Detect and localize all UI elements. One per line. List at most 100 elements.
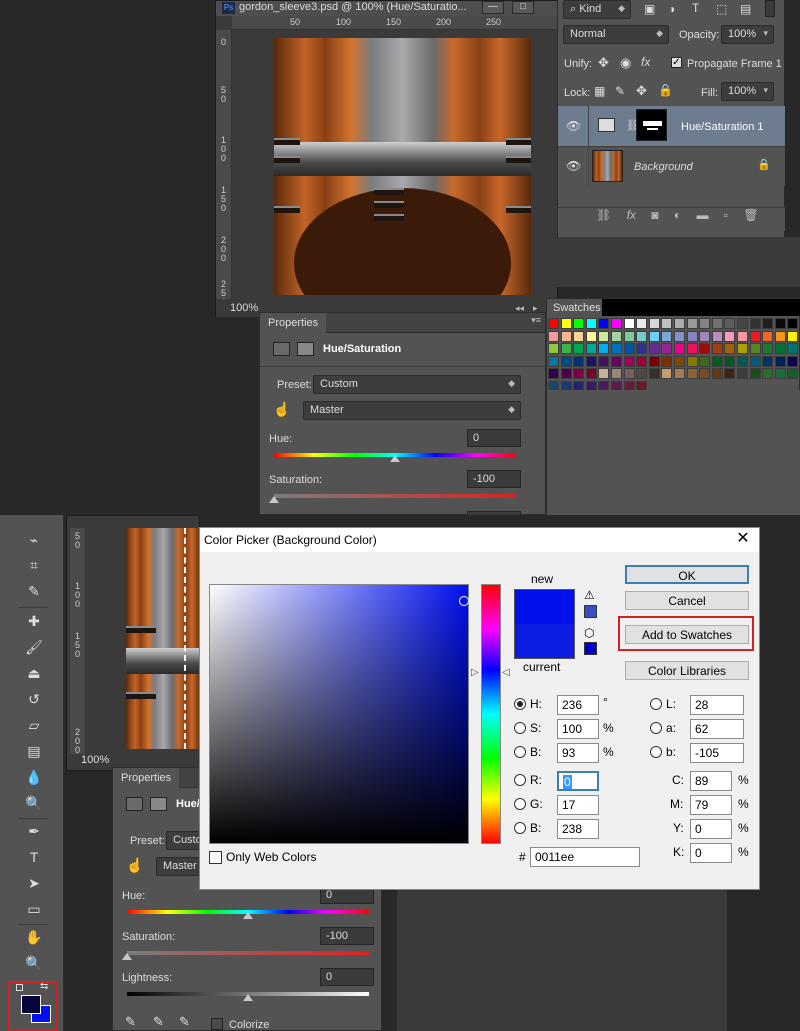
hex-field[interactable]: 0011ee xyxy=(530,847,640,867)
swatch-cell[interactable] xyxy=(774,318,786,329)
filter-toggle[interactable] xyxy=(765,0,775,17)
eye-icon[interactable]: 👁 xyxy=(566,119,581,133)
new-adjustment-icon[interactable]: ◐ xyxy=(674,208,681,222)
green-field[interactable]: 17 xyxy=(557,795,599,815)
swatch-cell[interactable] xyxy=(737,318,748,329)
swatch-cell[interactable] xyxy=(623,368,635,380)
saturation-slider-track[interactable] xyxy=(274,494,516,498)
swatch-cell[interactable] xyxy=(787,330,799,342)
swatch-cell[interactable] xyxy=(737,368,748,380)
pen-tool-icon[interactable]: ✒ xyxy=(24,821,44,841)
gamut-color-swatch[interactable] xyxy=(584,605,597,618)
canvas-artwork[interactable] xyxy=(126,528,201,749)
collapse-icon[interactable]: ◂◂ xyxy=(515,303,524,314)
swatch-cell[interactable] xyxy=(762,368,774,380)
swatch-cell[interactable] xyxy=(623,355,635,367)
new-layer-icon[interactable]: ▫ xyxy=(724,208,728,222)
hand-adjust-icon[interactable]: ☝ xyxy=(273,401,290,418)
swatch-cell[interactable] xyxy=(737,355,748,367)
swatch-cell[interactable] xyxy=(598,368,610,380)
red-radio[interactable] xyxy=(514,774,526,786)
swatch-cell[interactable] xyxy=(674,355,685,367)
hue-slider-right-arrow[interactable]: ◁ xyxy=(502,667,510,678)
link-layers-icon[interactable]: ⛓ xyxy=(596,208,611,222)
lock-pixels-icon[interactable]: ✎ xyxy=(615,84,625,98)
swatch-cell[interactable] xyxy=(661,330,673,342)
swatch-cell[interactable] xyxy=(724,330,736,342)
only-web-colors-checkbox[interactable] xyxy=(209,851,222,864)
current-color-preview[interactable] xyxy=(514,624,575,659)
lock-all-icon[interactable]: 🔒 xyxy=(658,83,673,97)
close-icon[interactable]: ✕ xyxy=(735,531,751,547)
mask-icon[interactable] xyxy=(297,342,314,356)
swatch-cell[interactable] xyxy=(724,355,736,367)
swatch-cell[interactable] xyxy=(585,368,597,380)
swatch-cell[interactable] xyxy=(573,368,585,380)
hue-slider-thumb[interactable] xyxy=(390,455,400,462)
zoom-tool-icon[interactable]: 🔍 xyxy=(24,953,44,973)
layer-row-background[interactable]: 👁 Background 🔒 xyxy=(558,146,785,187)
swatch-cell[interactable] xyxy=(636,318,648,329)
clone-stamp-tool-icon[interactable]: ⏏ xyxy=(24,663,44,683)
preset-dropdown[interactable]: Custom ◆ xyxy=(313,375,521,394)
layer-thumbnail[interactable] xyxy=(592,150,623,182)
default-colors-icon[interactable] xyxy=(16,984,23,991)
lightness-radio[interactable] xyxy=(650,698,662,710)
path-selection-tool-icon[interactable]: ➤ xyxy=(24,873,44,893)
eyedropper-minus-icon[interactable]: ✎ xyxy=(179,1014,190,1030)
lightness-value-field[interactable]: 0 xyxy=(320,968,374,986)
add-mask-icon[interactable]: ◙ xyxy=(651,208,658,222)
tab-properties[interactable]: Properties xyxy=(113,768,180,788)
swatch-cell[interactable] xyxy=(661,355,673,367)
swatch-cell[interactable] xyxy=(686,343,698,355)
swatch-cell[interactable] xyxy=(711,330,723,342)
eye-icon[interactable]: 👁 xyxy=(566,159,581,173)
swatch-cell[interactable] xyxy=(762,330,774,342)
swatch-cell[interactable] xyxy=(636,368,648,380)
history-brush-tool-icon[interactable]: ↺ xyxy=(24,689,44,709)
swatch-cell[interactable] xyxy=(585,343,597,355)
color-field-cursor[interactable] xyxy=(459,596,469,606)
mask-icon[interactable] xyxy=(150,797,167,811)
brightness-radio[interactable] xyxy=(514,746,526,758)
document-tab[interactable]: Ps gordon_sleeve3.psd @ 100% (Hue/Saturat… xyxy=(216,1,559,16)
swatch-cell[interactable] xyxy=(749,368,761,380)
swatch-cell[interactable] xyxy=(611,355,622,367)
foreground-color-swatch[interactable] xyxy=(21,995,41,1014)
gradient-tool-icon[interactable]: ▤ xyxy=(24,741,44,761)
swatch-cell[interactable] xyxy=(573,343,585,355)
hue-field[interactable]: 236 xyxy=(557,695,599,715)
swatch-cell[interactable] xyxy=(611,330,622,342)
swatch-cell[interactable] xyxy=(548,330,559,342)
brush-tool-icon[interactable]: 🖌 xyxy=(24,637,44,657)
swatch-cell[interactable] xyxy=(598,330,610,342)
eyedropper-icon[interactable]: ✎ xyxy=(125,1014,136,1030)
fx-icon[interactable]: fx xyxy=(627,208,636,222)
type-filter-icon[interactable]: T xyxy=(692,1,699,15)
adjustment-layer-icon[interactable] xyxy=(273,342,290,356)
lab-b-radio[interactable] xyxy=(650,746,662,758)
web-safe-cube-icon[interactable]: ⬡ xyxy=(584,626,594,640)
unify-position-icon[interactable]: ✥ xyxy=(598,55,609,71)
swatch-cell[interactable] xyxy=(661,343,673,355)
a-radio[interactable] xyxy=(650,722,662,734)
rectangle-tool-icon[interactable]: ▭ xyxy=(24,899,44,919)
swatch-cell[interactable] xyxy=(762,318,774,329)
healing-brush-tool-icon[interactable]: ✚ xyxy=(24,611,44,631)
swatch-cell[interactable] xyxy=(787,368,799,380)
saturation-value-field[interactable]: -100 xyxy=(320,927,374,945)
crop-tool-icon[interactable]: ⌗ xyxy=(24,555,44,575)
swatch-cell[interactable] xyxy=(699,368,711,380)
swatch-cell[interactable] xyxy=(560,318,572,329)
hue-slider-thumb[interactable] xyxy=(243,912,253,919)
cyan-field[interactable]: 89 xyxy=(690,771,732,791)
swatch-cell[interactable] xyxy=(787,355,799,367)
shape-filter-icon[interactable]: ⬚ xyxy=(716,2,727,16)
eyedropper-plus-icon[interactable]: ✎ xyxy=(153,1014,164,1030)
saturation-slider-track[interactable] xyxy=(127,951,369,955)
swatch-cell[interactable] xyxy=(648,318,660,329)
lightness-slider-thumb[interactable] xyxy=(243,994,253,1001)
dodge-tool-icon[interactable]: 🔍 xyxy=(24,793,44,813)
type-tool-icon[interactable]: T xyxy=(24,847,44,867)
swatch-cell[interactable] xyxy=(560,355,572,367)
